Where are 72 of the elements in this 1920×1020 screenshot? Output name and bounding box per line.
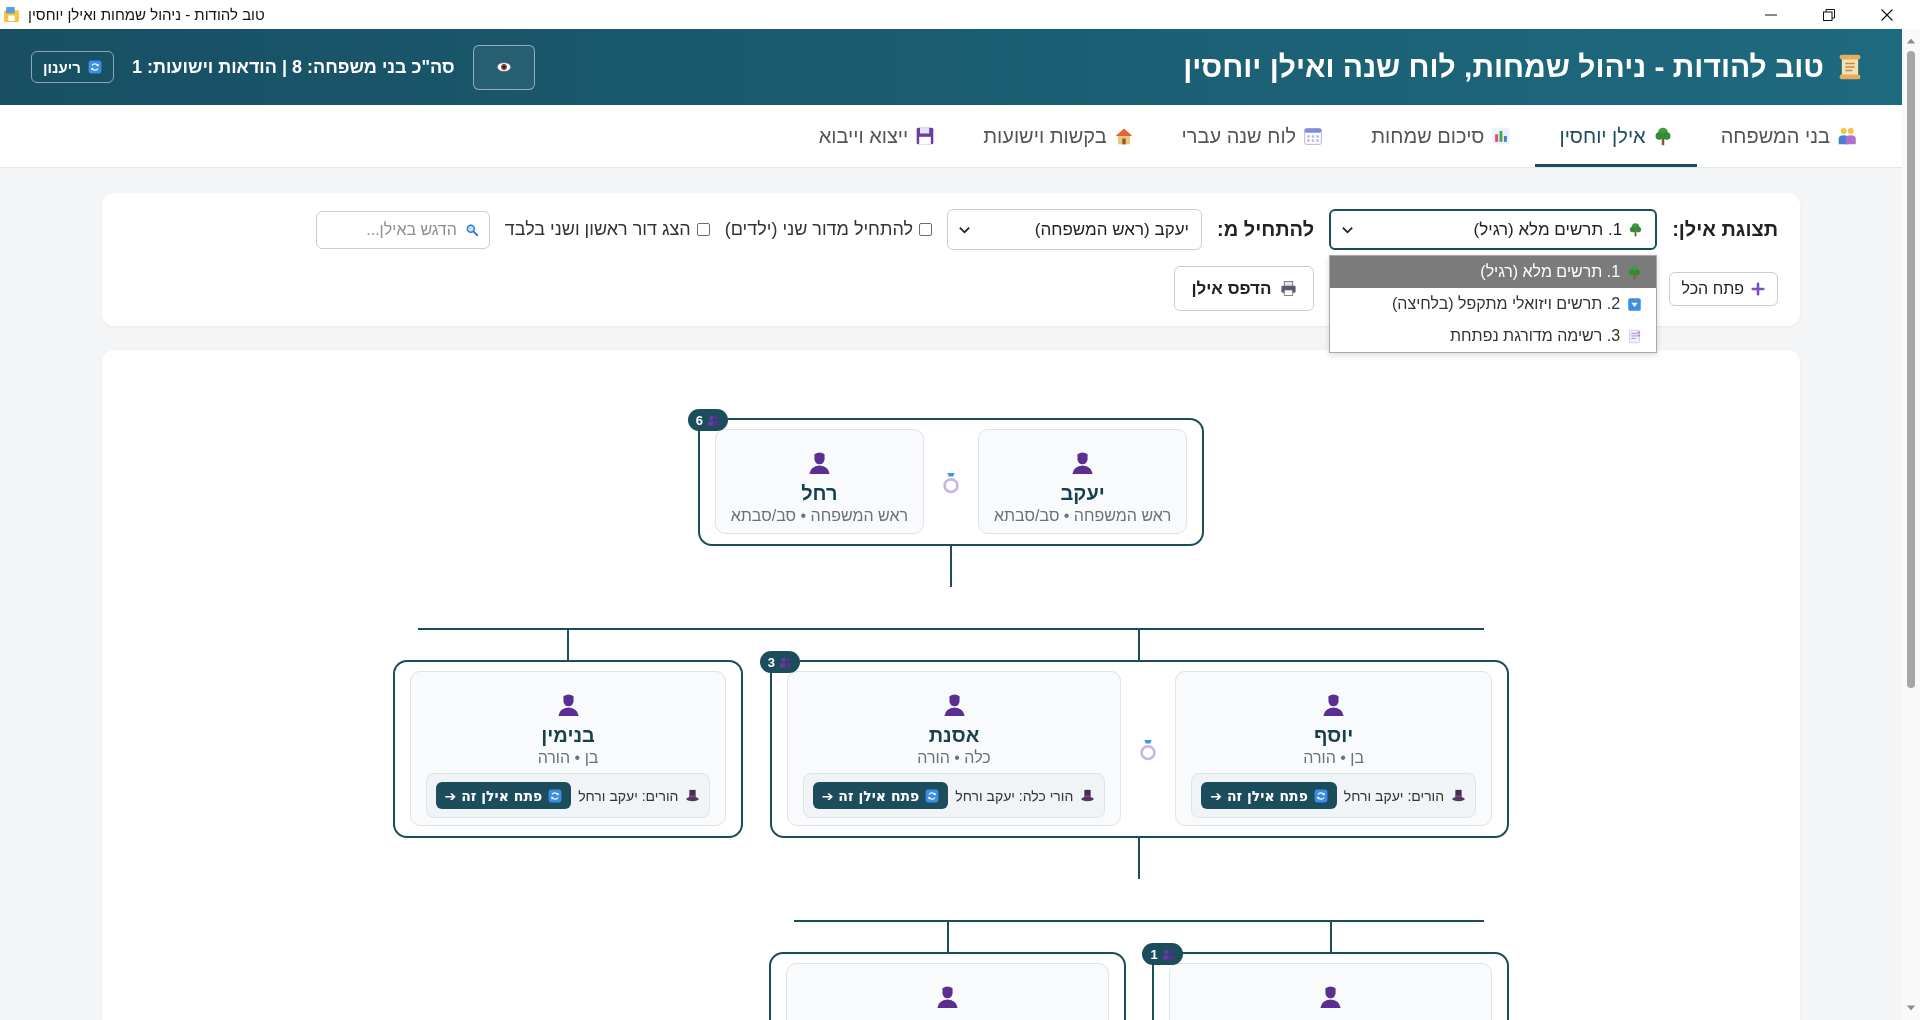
tree-icon <box>1628 222 1644 237</box>
refresh-icon <box>925 788 940 803</box>
parents-text: הורי כלה: יעקב ורחל <box>955 787 1074 804</box>
start-select[interactable]: יעקב (ראש המשפחה) <box>947 209 1202 250</box>
person-role: ראש המשפחה • סב/סבתא <box>994 506 1172 526</box>
person-name: יוסף <box>1314 724 1354 746</box>
start-label: להתחיל מ: <box>1217 218 1315 241</box>
bar-chart-icon <box>1491 126 1512 146</box>
person-role: ראש המשפחה • סב/סבתא <box>730 506 908 526</box>
person-role: בן • הורה <box>1303 748 1365 768</box>
checkbox-label[interactable]: להתחיל מדור שני (ילדים) <box>724 219 913 240</box>
dropdown-option[interactable]: 1. תרשים מלא (רגיל) <box>1330 256 1657 288</box>
refresh-icon <box>548 788 563 803</box>
people-icon <box>706 413 720 427</box>
parents-text: הורים: יעקב ורחל <box>578 787 679 804</box>
window-title: טוב להודות - ניהול שמחות ואילן יוחסין <box>28 6 265 23</box>
document-icon <box>1627 328 1643 344</box>
stats-text: סה"כ בני משפחה: 8 | הודאות וישועות: 1 <box>131 56 455 78</box>
calendar-icon <box>1303 126 1324 146</box>
checkbox-label[interactable]: הצג דור ראשון ושני בלבד <box>504 219 691 240</box>
people-icon <box>1837 126 1857 146</box>
search-field[interactable]: הדגש באילן... <box>315 210 490 249</box>
person-role: כלה • הורה <box>917 748 991 768</box>
tree-icon <box>1627 264 1643 280</box>
tab[interactable]: בקשות וישועות <box>959 105 1158 167</box>
expand-all-button[interactable]: פתח הכל <box>1668 271 1778 306</box>
top-hat-icon <box>685 788 701 803</box>
member-count: 1 <box>1150 946 1158 962</box>
scroll-up-icon <box>1906 37 1916 45</box>
app-title: טוב להודות - ניהול שמחות, לוח שנה ואילן יוחסין <box>1183 50 1824 84</box>
tab[interactable]: לוח שנה עברי <box>1157 105 1348 167</box>
view-select[interactable]: 1. תרשים מלא (רגיל) <box>1329 209 1658 250</box>
open-tree-button[interactable]: פתח אילן זה ➔ <box>1201 782 1337 809</box>
down-arrow-box-icon <box>1627 296 1643 312</box>
top-hat-icon <box>1080 788 1096 803</box>
checkbox[interactable] <box>919 223 932 236</box>
search-icon <box>464 222 479 237</box>
scrollbar[interactable] <box>1902 29 1920 1020</box>
person-name: יעקב <box>1060 482 1105 504</box>
checkbox[interactable] <box>696 223 710 236</box>
view-label: תצוגת אילן: <box>1672 218 1778 241</box>
parents-text: הורים: יעקב ורחל <box>1343 787 1445 804</box>
app-icon <box>3 6 20 23</box>
refresh-icon <box>87 60 102 74</box>
person-name: רחל <box>801 482 838 504</box>
printer-icon <box>1279 280 1297 297</box>
scroll-down-icon <box>1906 1004 1916 1012</box>
person-name: בנימין <box>541 724 595 746</box>
people-icon <box>778 655 792 669</box>
house-icon <box>1113 126 1134 146</box>
print-button[interactable]: הדפס אילן <box>1174 266 1314 311</box>
person-name: אסנת <box>928 724 980 746</box>
people-icon <box>1161 947 1175 961</box>
refresh-button[interactable]: ריענון <box>31 51 114 83</box>
person-role: בן • הורה <box>537 748 599 768</box>
tab[interactable]: סיכום שמחות <box>1347 105 1536 167</box>
refresh-icon <box>1313 788 1328 803</box>
tab[interactable]: ייצוא וייבוא <box>794 105 960 167</box>
plus-icon <box>1751 281 1765 296</box>
eye-button[interactable] <box>472 44 535 90</box>
member-count: 3 <box>767 654 775 670</box>
dropdown-option[interactable]: 3. רשימה מדורגת נפתחת <box>1330 320 1657 352</box>
top-hat-icon <box>1451 788 1467 803</box>
restore-icon <box>1823 8 1835 21</box>
tab[interactable]: בני המשפחה <box>1696 105 1881 167</box>
open-tree-button[interactable]: פתח אילן זה ➔ <box>812 782 949 809</box>
tab[interactable]: אילן יוחסין <box>1535 105 1697 167</box>
dropdown-option[interactable]: 2. תרשים ויזואלי מתקפל (בלחיצה) <box>1330 288 1657 320</box>
scroll-thumb[interactable] <box>1907 51 1915 688</box>
open-tree-button[interactable]: פתח אילן זה ➔ <box>435 782 572 809</box>
member-count: 6 <box>695 412 703 428</box>
close-icon <box>1881 8 1893 21</box>
